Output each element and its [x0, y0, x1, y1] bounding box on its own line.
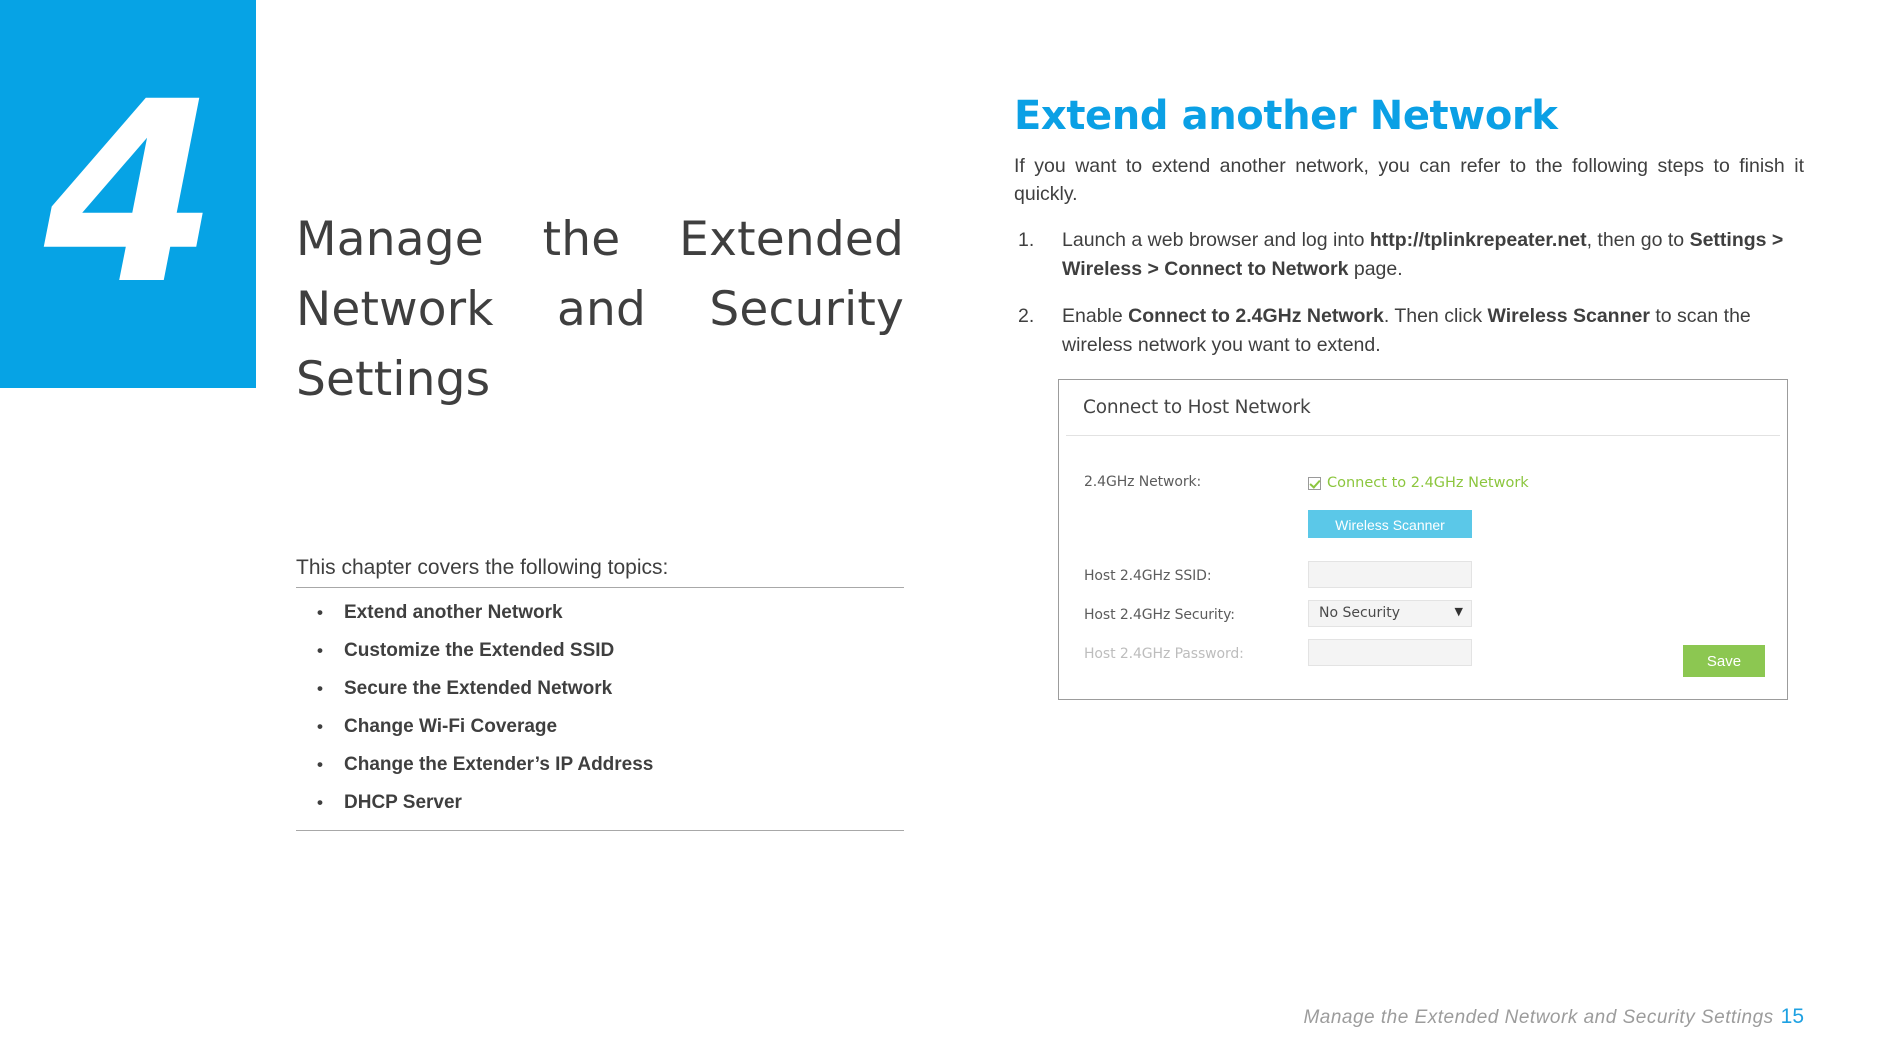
step-number: 1. [1018, 229, 1035, 251]
main-content: Extend another Network If you want to ex… [1014, 0, 1804, 378]
wireless-scanner-button[interactable]: Wireless Scanner [1308, 510, 1472, 538]
host-password-input[interactable] [1308, 639, 1472, 666]
bullet-icon: • [317, 717, 323, 736]
ui-panel-title: Connect to Host Network [1083, 397, 1311, 418]
toc-list: • Extend another Network • Customize the… [296, 588, 904, 831]
save-button[interactable]: Save [1683, 645, 1765, 677]
ui-label-password: Host 2.4GHz Password: [1084, 646, 1244, 662]
ui-row-ssid: Host 2.4GHz SSID: [1059, 561, 1787, 592]
host-security-value: No Security [1319, 605, 1400, 621]
step-emphasis-option: Connect to 2.4GHz Network [1128, 305, 1384, 327]
bullet-icon: • [317, 603, 323, 622]
connect-24ghz-checkbox[interactable]: Connect to 2.4GHz Network [1308, 475, 1529, 491]
divider [1066, 435, 1780, 436]
list-item[interactable]: • Customize the Extended SSID [296, 632, 904, 670]
page-title: Manage the Extended Network and Security… [296, 212, 904, 407]
list-item[interactable]: • Secure the Extended Network [296, 670, 904, 708]
ui-label-ssid: Host 2.4GHz SSID: [1084, 568, 1212, 584]
ui-row-security: Host 2.4GHz Security: No Security ▼ [1059, 600, 1787, 631]
bullet-icon: • [317, 793, 323, 812]
step-text-part: page. [1348, 258, 1403, 280]
list-item[interactable]: • Change Wi-Fi Coverage [296, 708, 904, 746]
step-text-part: , then go to [1586, 229, 1690, 251]
chapter-badge: 4 [0, 0, 256, 388]
list-item[interactable]: • Change the Extender’s IP Address [296, 746, 904, 784]
ui-row-scanner: Wireless Scanner [1059, 495, 1787, 538]
step-item: 1. Launch a web browser and log into htt… [1014, 226, 1804, 284]
step-text-part: Enable [1062, 305, 1129, 327]
page-number: 15 [1780, 1005, 1804, 1028]
toc-intro-text: This chapter covers the following topics… [296, 554, 904, 588]
step-text-part: . Then click [1383, 305, 1488, 327]
chapter-number: 4 [44, 48, 218, 339]
list-item[interactable]: • DHCP Server [296, 784, 904, 822]
toc-item-label: DHCP Server [344, 792, 462, 813]
footer-chapter-title: Manage the Extended Network and Security… [1303, 1007, 1774, 1028]
step-emphasis-button: Wireless Scanner [1487, 305, 1650, 327]
ui-label-network: 2.4GHz Network: [1084, 474, 1202, 490]
ui-row-password: Host 2.4GHz Password: [1059, 639, 1787, 670]
host-security-select[interactable]: No Security ▼ [1308, 600, 1472, 627]
bullet-icon: • [317, 679, 323, 698]
router-ui-screenshot: Connect to Host Network 2.4GHz Network: … [1058, 379, 1788, 700]
bullet-icon: • [317, 755, 323, 774]
chevron-down-icon: ▼ [1454, 605, 1463, 618]
checkbox-label: Connect to 2.4GHz Network [1327, 475, 1529, 491]
checkbox-checked-icon[interactable] [1308, 476, 1321, 490]
steps-list: 1. Launch a web browser and log into htt… [1014, 226, 1804, 360]
step-number: 2. [1018, 305, 1035, 327]
chapter-toc: This chapter covers the following topics… [296, 554, 904, 831]
page-footer: Manage the Extended Network and Security… [0, 1005, 1804, 1029]
section-intro-text: If you want to extend another network, y… [1014, 155, 1804, 205]
toc-item-label: Change Wi-Fi Coverage [344, 716, 558, 737]
step-item: 2. Enable Connect to 2.4GHz Network. The… [1014, 302, 1804, 360]
section-heading: Extend another Network [1014, 93, 1558, 139]
list-item[interactable]: • Extend another Network [296, 594, 904, 632]
step-text-part: Launch a web browser and log into [1062, 229, 1370, 251]
toc-item-label: Change the Extender’s IP Address [344, 754, 654, 775]
toc-item-label: Extend another Network [344, 602, 563, 623]
bullet-icon: • [317, 641, 323, 660]
toc-item-label: Customize the Extended SSID [344, 640, 615, 661]
host-ssid-input[interactable] [1308, 561, 1472, 588]
step-emphasis-url: http://tplinkrepeater.net [1369, 229, 1587, 251]
toc-item-label: Secure the Extended Network [344, 678, 613, 699]
ui-label-security: Host 2.4GHz Security: [1084, 607, 1235, 623]
